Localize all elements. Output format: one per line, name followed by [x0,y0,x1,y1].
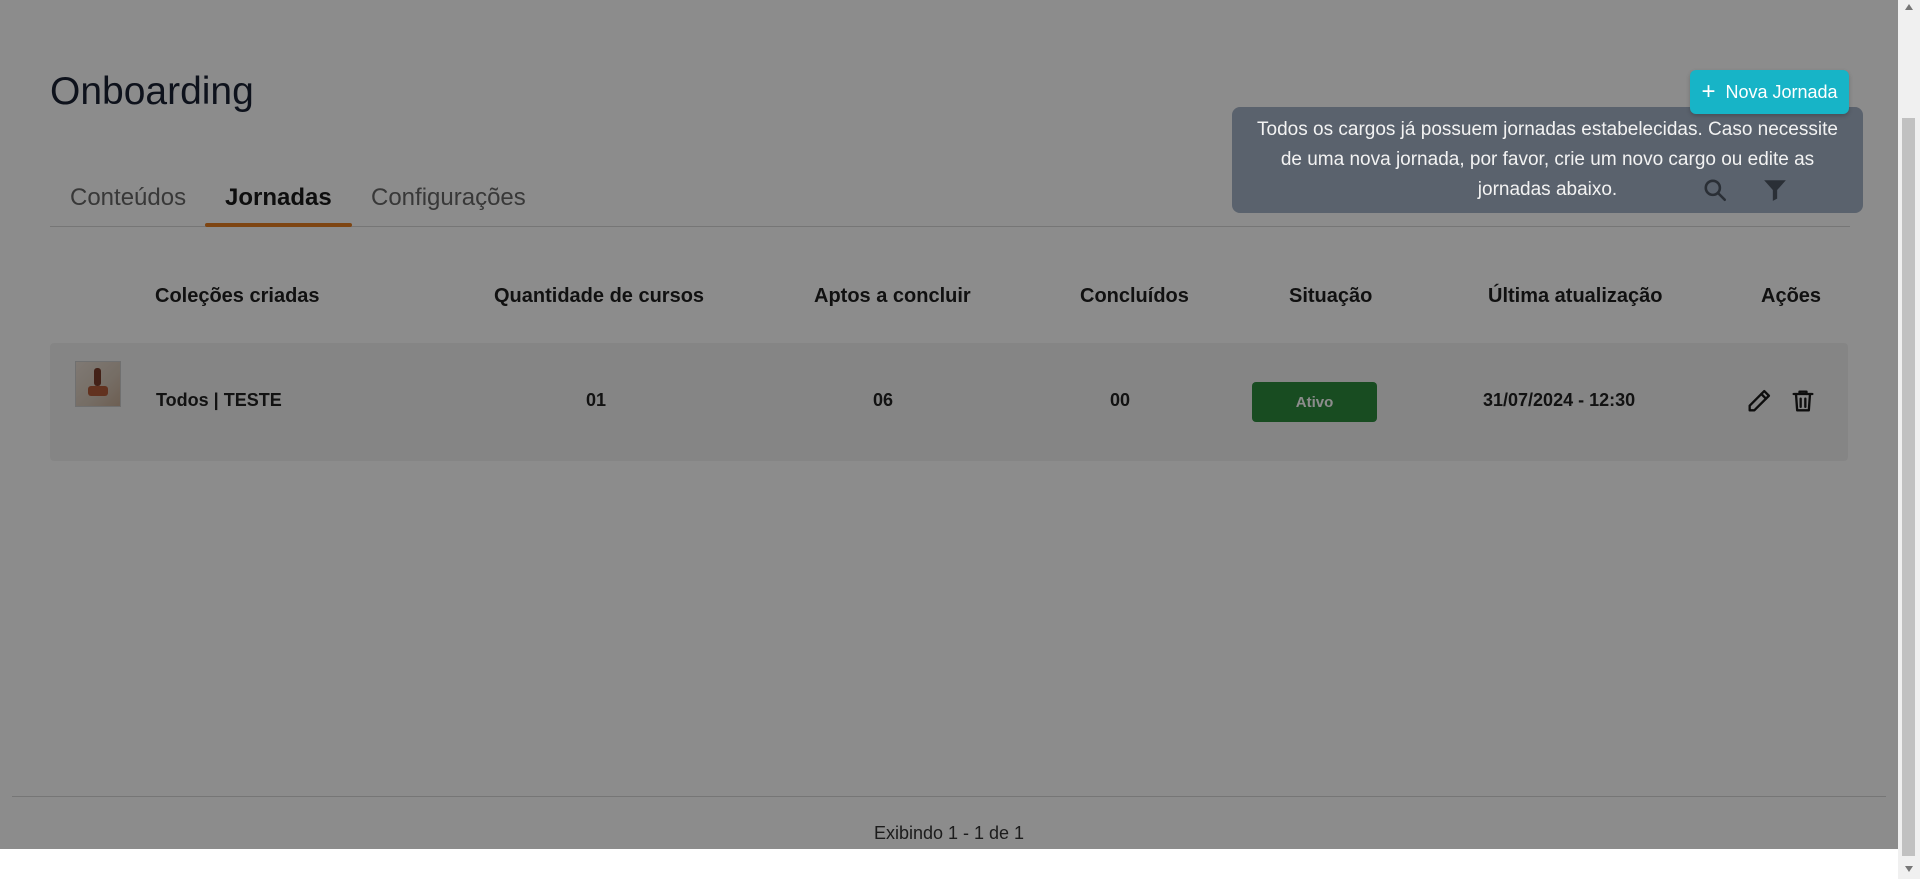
scrollbar-thumb[interactable] [1902,118,1915,856]
filter-icon[interactable] [1762,177,1788,203]
scroll-up-arrow-icon[interactable] [1905,4,1913,10]
new-journey-button[interactable]: + Nova Jornada [1690,70,1849,114]
search-icon[interactable] [1702,177,1728,203]
scrollbar[interactable] [1898,0,1920,879]
tooltip-text: Todos os cargos já possuem jornadas esta… [1257,119,1838,200]
plus-icon: + [1701,78,1716,105]
new-journey-button-label: Nova Jornada [1725,81,1838,102]
scroll-down-arrow-icon[interactable] [1905,866,1913,872]
viewport-bottom [0,849,1898,879]
